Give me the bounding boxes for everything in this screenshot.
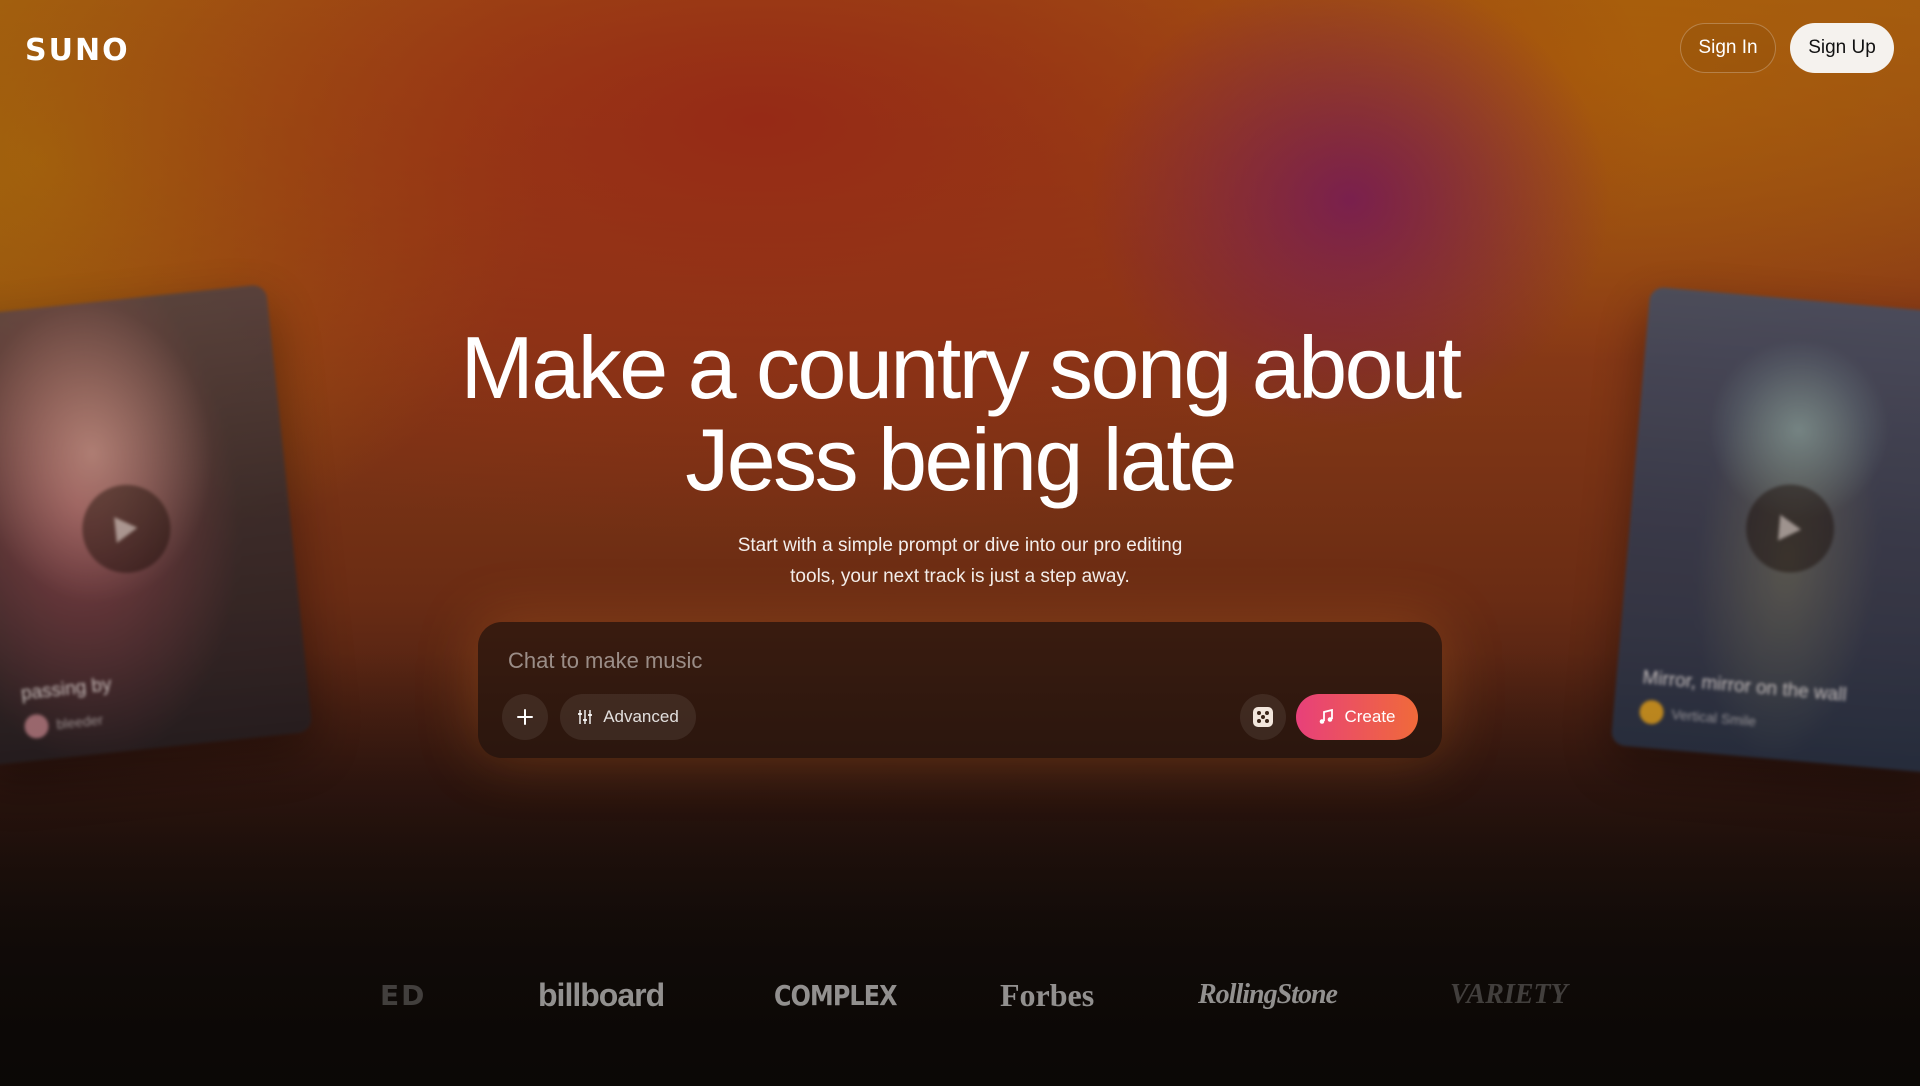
advanced-label: Advanced — [603, 707, 679, 726]
sliders-icon — [578, 710, 593, 724]
plus-icon — [517, 709, 533, 725]
play-icon — [1778, 514, 1802, 541]
play-button[interactable] — [1742, 480, 1838, 577]
press-logo-rollingstone: RollingStone — [1198, 979, 1338, 1010]
play-button[interactable] — [78, 480, 175, 578]
artist-name: Vertical Smile — [1670, 705, 1757, 730]
hero-title-line2: Jess being late — [685, 410, 1237, 509]
press-logo-billboard: billboard — [538, 976, 665, 1013]
play-icon — [114, 517, 138, 543]
hero-subtitle: Start with a simple prompt or dive into … — [660, 530, 1260, 592]
random-prompt-button[interactable] — [1240, 694, 1286, 740]
advanced-button[interactable]: Advanced — [560, 694, 696, 740]
hero-title: Make a country song about Jess being lat… — [360, 322, 1560, 506]
create-label: Create — [1344, 707, 1396, 726]
song-artist: Vertical Smile — [1638, 699, 1757, 733]
press-logo-forbes: Forbes — [1000, 976, 1095, 1013]
artist-avatar — [1638, 699, 1665, 726]
press-logo-variety: VARIETY — [1450, 979, 1568, 1010]
prompt-box: Advanced Create — [478, 622, 1442, 758]
song-title: passing by — [20, 674, 113, 705]
add-button[interactable] — [502, 694, 548, 740]
hero-subtitle-line1: Start with a simple prompt or dive into … — [737, 535, 1183, 556]
song-artist: bleeder — [23, 707, 104, 740]
song-card-left[interactable]: passing by bleeder — [0, 283, 313, 767]
song-card-right[interactable]: Mirror, mirror on the wall Vertical Smil… — [1610, 286, 1920, 774]
press-logo-complex: COMPLEX — [774, 978, 898, 1012]
artist-avatar — [23, 713, 50, 740]
artist-name: bleeder — [55, 711, 104, 733]
sign-in-button[interactable]: Sign In — [1680, 23, 1776, 73]
dice-icon — [1253, 707, 1273, 727]
hero-subtitle-line2: tools, your next track is just a step aw… — [790, 566, 1130, 587]
music-note-icon — [1320, 709, 1334, 724]
hero-title-line1: Make a country song about — [460, 318, 1462, 417]
create-button[interactable]: Create — [1296, 694, 1418, 740]
press-logo-wired: ED — [380, 978, 427, 1012]
sign-up-button[interactable]: Sign Up — [1790, 23, 1894, 73]
prompt-input[interactable] — [508, 648, 1208, 674]
suno-logo[interactable]: SUNO — [25, 33, 130, 68]
